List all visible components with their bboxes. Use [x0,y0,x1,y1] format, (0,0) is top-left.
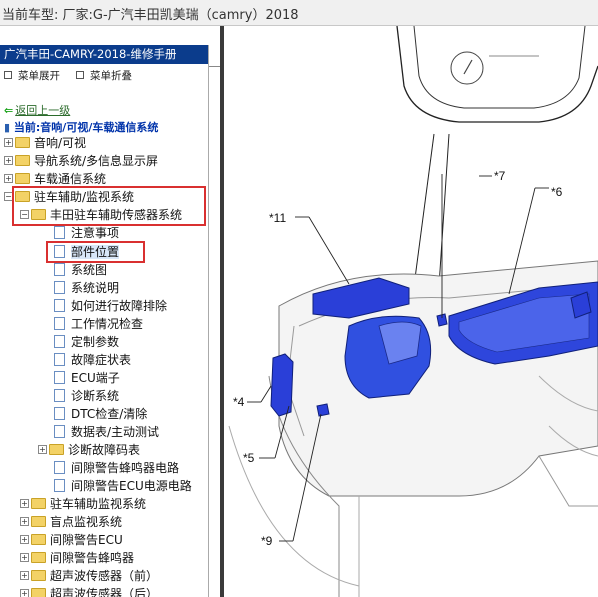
tree-node-audio-visual[interactable]: + 音响/可视 [4,134,86,152]
tree-node-navigation[interactable]: + 导航系统/多信息显示屏 [4,152,158,170]
expand-toggle-icon[interactable]: + [4,174,13,183]
tree-node-ultrasonic-rear[interactable]: + 超声波传感器（后） [20,585,158,597]
callout-4: *4 [233,395,245,409]
callout-5: *5 [243,451,255,465]
tree-node-dtc-chart[interactable]: + 诊断故障码表 [38,441,140,459]
expand-icon [4,71,12,79]
tree-leaf-precautions[interactable]: 注意事项 [54,224,119,242]
page-icon [54,263,65,276]
tree-node-clearance-buzzer[interactable]: + 间隙警告蜂鸣器 [20,549,134,567]
folder-icon [15,155,30,166]
tree-leaf-how-to-troubleshoot[interactable]: 如何进行故障排除 [54,297,167,315]
tree-node-ultrasonic-front[interactable]: + 超声波传感器（前） [20,567,158,585]
diagram-panel: *11 *7 *6 *4 *5 *9 [209,26,598,597]
expand-toggle-icon[interactable]: + [4,138,13,147]
back-link[interactable]: ⇐ 返回上一级 [4,102,70,118]
panel-divider [209,66,220,67]
manual-sidebar: 广汽丰田-CAMRY-2018-维修手册 菜单展开 菜单折叠 ⇐ 返回上一级 ▮ … [0,45,209,597]
page-icon [54,461,65,474]
tree-node-clearance-ecu[interactable]: + 间隙警告ECU [20,531,123,549]
manual-title: 广汽丰田-CAMRY-2018-维修手册 [0,45,208,64]
callout-9: *9 [261,534,273,548]
window-title: 当前车型: 厂家:G-广汽丰田凯美瑞（camry）2018 [2,8,299,23]
tree-leaf-customize-parameters[interactable]: 定制参数 [54,333,119,351]
location-icon: ▮ [4,121,11,134]
callout-11: *11 [269,211,286,225]
folder-icon [15,137,30,148]
folder-icon [31,534,46,545]
menu-collapse-button[interactable]: 菜单折叠 [76,68,132,83]
folder-icon [31,588,46,597]
page-icon [54,353,65,366]
expand-toggle-icon[interactable]: + [38,445,47,454]
expand-toggle-icon[interactable]: + [20,535,29,544]
page-icon [54,479,65,492]
expand-toggle-icon[interactable]: + [20,553,29,562]
folder-icon [31,516,46,527]
menu-expand-button[interactable]: 菜单展开 [4,68,60,83]
folder-icon [49,444,64,455]
back-arrow-icon: ⇐ [4,104,14,117]
page-icon [54,226,65,239]
page-icon [54,299,65,312]
highlight-frame-category [12,186,206,226]
window-titlebar: 当前车型: 厂家:G-广汽丰田凯美瑞（camry）2018 [0,0,598,26]
tree-leaf-data-list[interactable]: 数据表/主动测试 [54,423,159,441]
page-icon [54,317,65,330]
page-icon [54,407,65,420]
highlight-frame-selected [46,241,145,263]
page-icon [54,389,65,402]
expand-toggle-icon[interactable]: + [4,156,13,165]
folder-icon [31,498,46,509]
expand-toggle-icon[interactable]: + [20,589,29,597]
tree-leaf-system-diagram[interactable]: 系统图 [54,261,107,279]
tree-leaf-diagnosis-system[interactable]: 诊断系统 [54,387,119,405]
tree-leaf-dtc-check-clear[interactable]: DTC检查/清除 [54,405,147,423]
folder-icon [31,570,46,581]
expand-toggle-icon[interactable]: + [20,499,29,508]
tree-leaf-system-description[interactable]: 系统说明 [54,279,119,297]
folder-icon [31,552,46,563]
tree-leaf-ecu-terminals[interactable]: ECU端子 [54,369,120,387]
page-icon [54,335,65,348]
expand-toggle-icon[interactable]: + [20,571,29,580]
folder-icon [15,173,30,184]
panel-splitter[interactable] [220,26,224,597]
tree-leaf-symptom-table[interactable]: 故障症状表 [54,351,131,369]
expand-toggle-icon[interactable]: + [20,517,29,526]
tree-leaf-ecu-power-circuit[interactable]: 间隙警告ECU电源电路 [54,477,192,495]
tree-node-parking-monitor[interactable]: + 驻车辅助监视系统 [20,495,146,513]
tree-leaf-operation-check[interactable]: 工作情况检查 [54,315,143,333]
page-icon [54,281,65,294]
tree-node-blind-spot[interactable]: + 盲点监视系统 [20,513,122,531]
tree-leaf-buzzer-circuit[interactable]: 间隙警告蜂鸣器电路 [54,459,179,477]
page-icon [54,425,65,438]
parts-location-diagram: *11 *7 *6 *4 *5 *9 [228,26,598,597]
page-icon [54,371,65,384]
callout-7: *7 [494,169,506,183]
collapse-icon [76,71,84,79]
callout-6: *6 [551,185,563,199]
current-path: ▮ 当前:音响/可视/车载通信系统 [4,121,159,134]
